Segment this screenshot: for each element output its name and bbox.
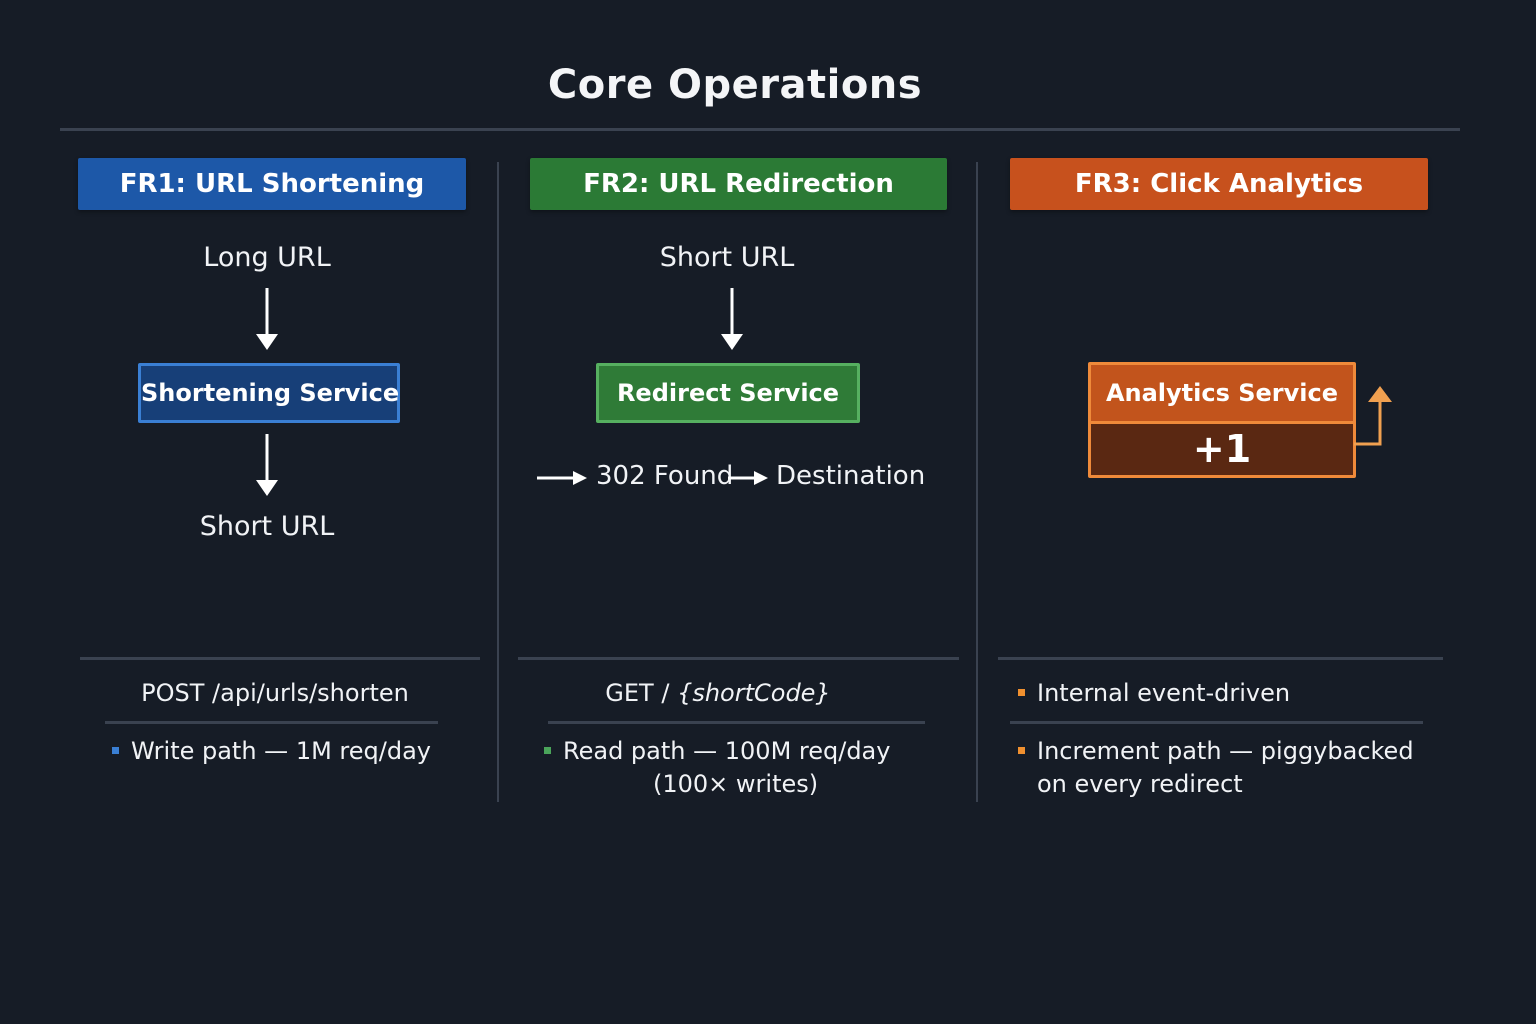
fr3-bullet-divider [1010, 721, 1423, 724]
fr2-input-label: Short URL [659, 242, 795, 273]
fr3-bullet-1-text: Internal event-driven [1037, 679, 1291, 707]
fr2-bullet-text: Read path — 100M req/day [563, 737, 891, 765]
fr1-endpoint-divider [105, 721, 438, 724]
fr1-bullet: Write path — 1M req/day [112, 737, 431, 765]
fr1-output-label: Short URL [199, 511, 335, 542]
fr1-bullet-marker [112, 746, 119, 754]
shortening-service-box: Shortening Service [138, 363, 400, 423]
analytics-counter: +1 [1091, 424, 1353, 475]
fr3-bullet-2-marker [1018, 746, 1025, 754]
fr1-header: FR1: URL Shortening [78, 158, 466, 210]
fr2-header: FR2: URL Redirection [530, 158, 947, 210]
analytics-increment-arrow-icon [1354, 386, 1392, 446]
fr3-bullet-1: Internal event-driven [1018, 679, 1290, 707]
fr1-arrow-down-2-icon [256, 434, 278, 496]
analytics-service-label: Analytics Service [1091, 365, 1353, 424]
column-separator-2 [976, 162, 978, 802]
fr2-bullet-continuation: (100× writes) [653, 770, 819, 798]
fr1-bullet-text: Write path — 1M req/day [131, 737, 431, 765]
fr3-bullet-2-text: Increment path — piggybacked [1037, 737, 1414, 765]
page-title: Core Operations [547, 62, 923, 108]
fr2-arrow-right-2-icon [728, 471, 768, 485]
redirect-service-box: Redirect Service [596, 363, 860, 423]
fr1-divider [80, 657, 480, 660]
fr2-arrow-right-1-icon [537, 471, 587, 485]
fr1-arrow-down-1-icon [256, 288, 278, 350]
fr2-bullet-marker [544, 746, 551, 754]
fr2-destination-label: Destination [776, 461, 926, 491]
fr3-header: FR3: Click Analytics [1010, 158, 1428, 210]
fr3-bullet-2: Increment path — piggybacked [1018, 737, 1414, 765]
fr3-bullet-1-marker [1018, 688, 1025, 696]
analytics-service-box: Analytics Service +1 [1088, 362, 1356, 478]
fr3-bullet-2-continuation: on every redirect [1037, 770, 1243, 798]
fr2-endpoint-method: GET / [605, 679, 670, 707]
fr2-bullet: Read path — 100M req/day [544, 737, 890, 765]
fr2-endpoint: GET / {shortCode} [518, 679, 918, 707]
fr1-input-label: Long URL [203, 242, 331, 273]
fr2-arrow-down-icon [721, 288, 743, 350]
fr2-status-label: 302 Found [596, 461, 734, 491]
fr2-endpoint-divider [548, 721, 925, 724]
fr2-divider [518, 657, 959, 660]
fr3-divider [998, 657, 1443, 660]
column-separator-1 [497, 162, 499, 802]
fr1-endpoint: POST /api/urls/shorten [141, 679, 409, 707]
title-divider [60, 128, 1460, 131]
fr2-endpoint-param: {shortCode} [677, 679, 831, 707]
